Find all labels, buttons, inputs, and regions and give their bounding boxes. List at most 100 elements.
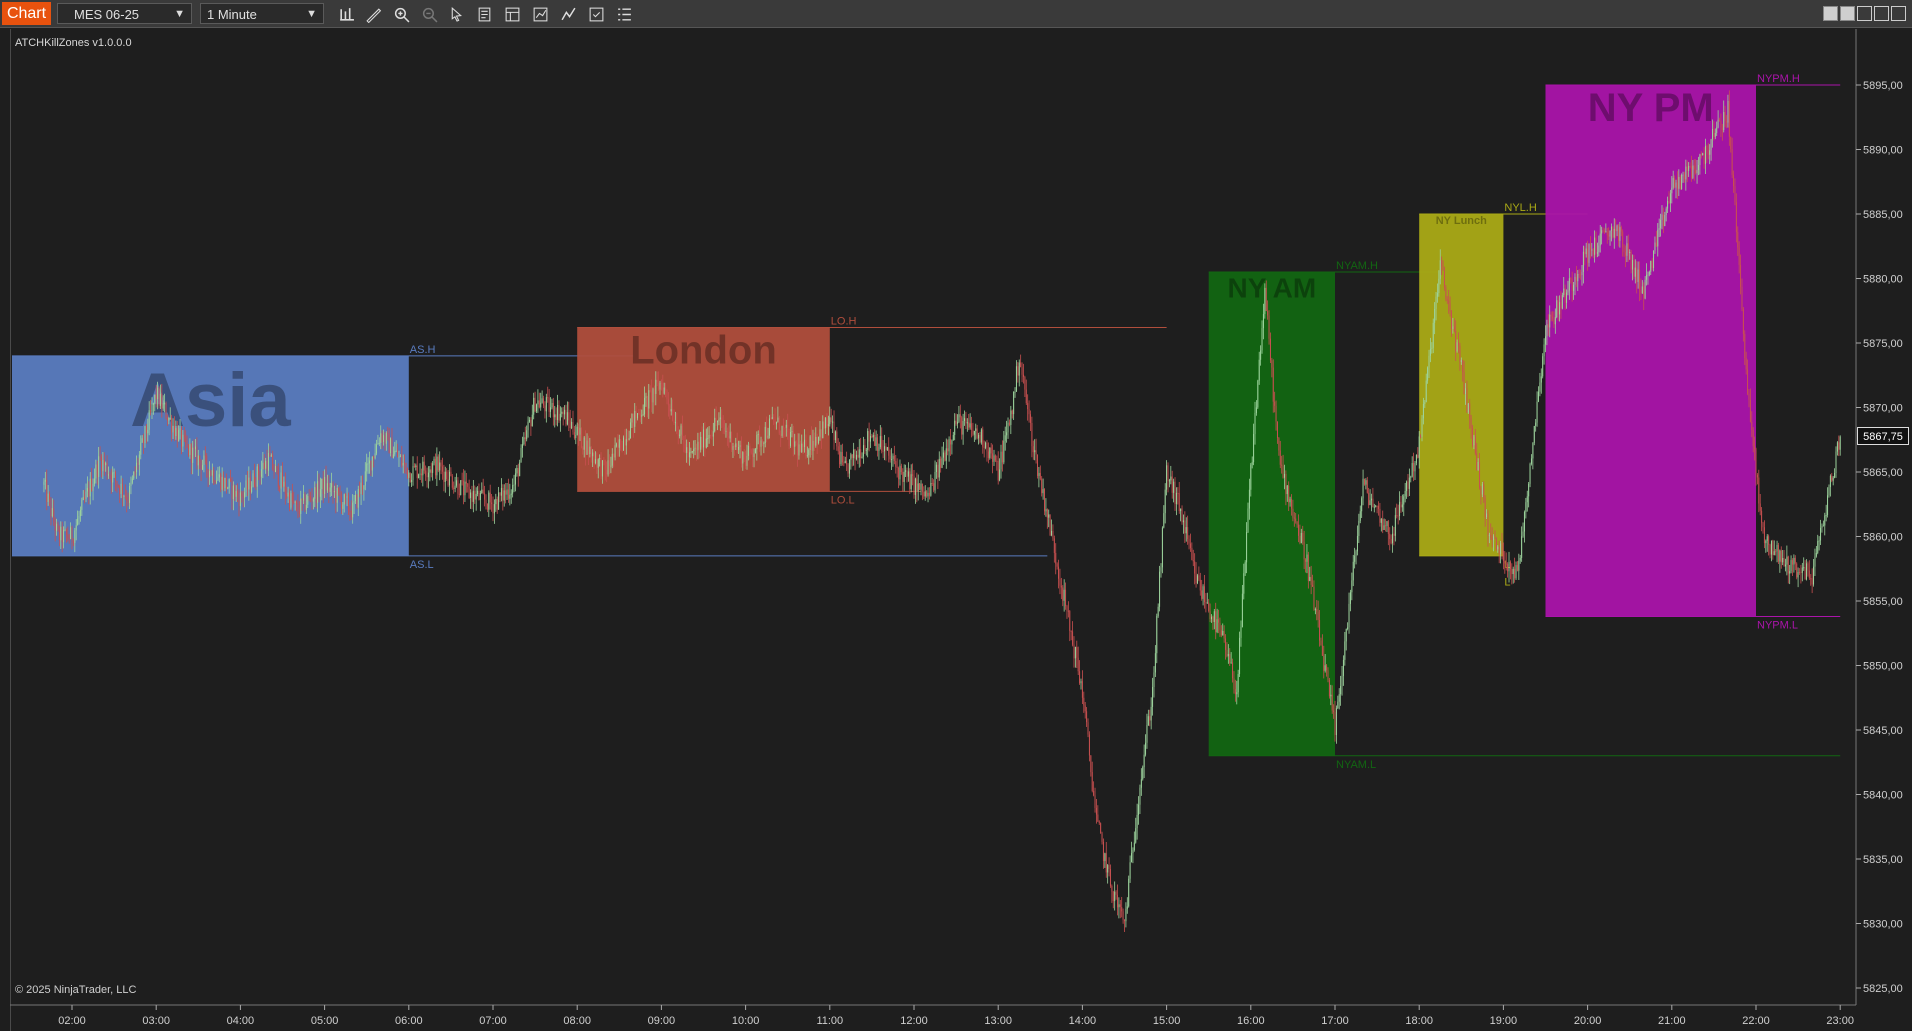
candle-body <box>448 471 450 486</box>
candle-body <box>573 432 575 439</box>
candle-body <box>185 436 187 444</box>
candle-body <box>253 473 255 486</box>
candle-body <box>951 440 953 445</box>
candle-body <box>439 462 441 471</box>
candle-body <box>1747 369 1749 394</box>
candle-body <box>808 450 810 456</box>
candle-body <box>1153 672 1155 688</box>
candle-body <box>131 478 133 483</box>
candle-body <box>1100 823 1102 834</box>
candle-body <box>825 417 827 429</box>
candle-body <box>84 497 86 499</box>
candle-body <box>1591 249 1593 251</box>
candle-body <box>1696 170 1698 174</box>
candle-body <box>85 491 87 499</box>
candle-body <box>1460 360 1462 363</box>
candle-body <box>1401 504 1403 508</box>
candle-body <box>1048 514 1050 518</box>
price-tick-label: 5885,00 <box>1863 209 1903 221</box>
candle-body <box>1074 646 1076 659</box>
candle-body <box>665 387 667 391</box>
candle-body <box>1810 578 1812 580</box>
candle-body <box>802 443 804 447</box>
candle-body <box>1745 357 1747 370</box>
candle-body <box>1102 841 1104 862</box>
candle-body <box>1427 367 1429 381</box>
candle-body <box>381 433 383 442</box>
candle-body <box>653 388 655 394</box>
candle-body <box>474 490 476 500</box>
candle-body <box>1473 436 1475 446</box>
candle-body <box>1796 563 1798 578</box>
candle-body <box>1824 515 1826 526</box>
candle-body <box>1079 671 1081 684</box>
candle-body <box>1453 326 1455 332</box>
session-extra-label: L <box>1504 577 1510 589</box>
candle-body <box>541 398 543 403</box>
candle-body <box>194 446 196 450</box>
time-tick-label: 19:00 <box>1490 1015 1518 1027</box>
candle-body <box>644 397 646 415</box>
candle-body <box>729 431 731 439</box>
candle-body <box>1411 462 1413 477</box>
candle-body <box>683 435 685 444</box>
candle-body <box>56 523 58 531</box>
candle-body <box>554 414 556 418</box>
candle-body <box>1434 308 1436 323</box>
candle-body <box>1794 557 1796 564</box>
candle-body <box>1331 694 1333 711</box>
candle-body <box>1361 498 1363 512</box>
candle-body <box>289 492 291 508</box>
candle-body <box>1351 580 1353 593</box>
candle-body <box>113 472 115 474</box>
candle-body <box>536 404 538 412</box>
candle-body <box>1324 665 1326 671</box>
candle-body <box>260 469 262 477</box>
candle-body <box>773 417 775 419</box>
candle-body <box>1637 269 1639 283</box>
candle-body <box>961 417 963 435</box>
candle-body <box>294 501 296 503</box>
candle-body <box>1716 127 1718 134</box>
candle-body <box>680 425 682 435</box>
candle-body <box>805 439 807 456</box>
candle-body <box>1393 533 1395 536</box>
candle-body <box>600 458 602 477</box>
candle-body <box>1763 527 1765 544</box>
candle-body <box>71 527 73 542</box>
session-box <box>1545 85 1756 617</box>
candle-body <box>1596 252 1598 254</box>
candle-body <box>432 463 434 473</box>
candle-body <box>1049 514 1051 536</box>
candle-body <box>941 457 943 468</box>
candle-body <box>1693 165 1695 170</box>
time-tick-label: 23:00 <box>1826 1015 1854 1027</box>
candle-body <box>1483 484 1485 499</box>
candle-body <box>1752 430 1754 447</box>
candle-body <box>1226 649 1228 657</box>
candle-body <box>1202 586 1204 599</box>
candle-body <box>670 409 672 412</box>
candle-body <box>1615 228 1617 232</box>
candle-body <box>1442 266 1444 271</box>
price-chart[interactable]: AsiaAS.HAS.LLondonLO.HLO.LNY AMNYAM.HNYA… <box>0 0 1912 1031</box>
candle-body <box>914 478 916 495</box>
candle-body <box>1223 630 1225 639</box>
candle-body <box>1236 692 1238 695</box>
candle-body <box>1428 355 1430 368</box>
candle-body <box>307 496 309 505</box>
candle-body <box>597 459 599 468</box>
candle-body <box>1289 498 1291 503</box>
candle-body <box>1643 286 1645 299</box>
time-tick-label: 10:00 <box>732 1015 760 1027</box>
candle-body <box>611 453 613 466</box>
candle-body <box>339 492 341 498</box>
time-tick-label: 13:00 <box>984 1015 1012 1027</box>
candle-body <box>251 486 253 493</box>
candle-body <box>346 496 348 498</box>
candle-body <box>989 447 991 458</box>
candle-body <box>1307 554 1309 581</box>
candle-body <box>652 388 654 403</box>
candle-body <box>649 390 651 392</box>
candle-body <box>1326 665 1328 671</box>
